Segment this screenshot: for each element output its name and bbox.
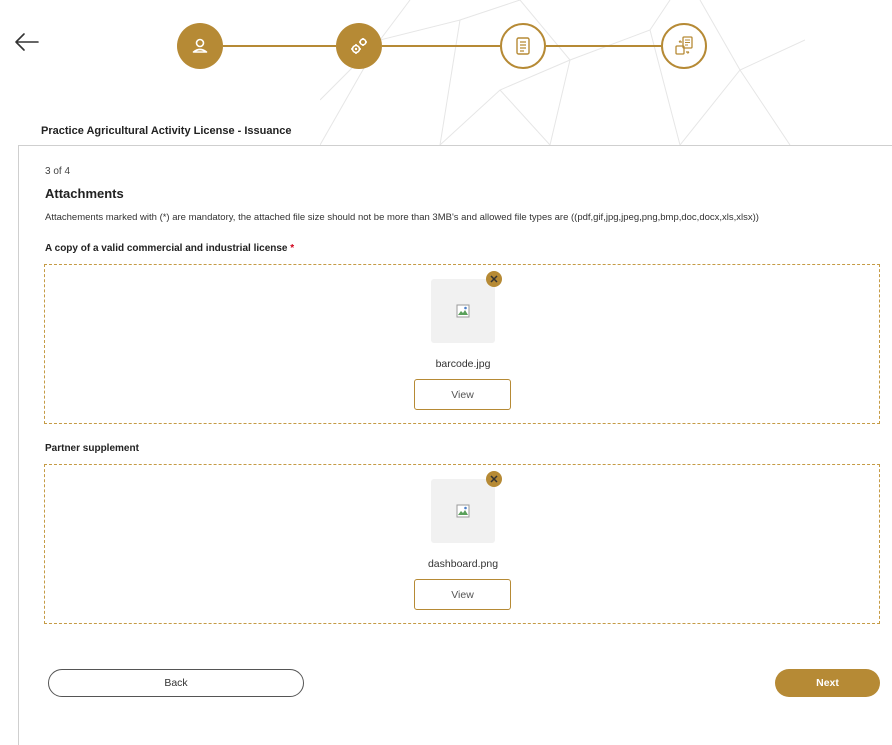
step-1-applicant <box>177 23 223 69</box>
file-thumbnail[interactable] <box>431 279 495 343</box>
step-2-details <box>336 23 382 69</box>
next-button[interactable]: Next <box>775 669 880 697</box>
document-list-icon <box>516 37 530 55</box>
broken-image-icon <box>456 504 470 518</box>
remove-file-button[interactable] <box>486 471 502 487</box>
user-icon <box>192 38 208 53</box>
attachments-note: Attachements marked with (*) are mandato… <box>45 212 759 223</box>
dropzone-partner-supplement[interactable]: dashboard.png View <box>44 464 880 624</box>
attachment-label-text: A copy of a valid commercial and industr… <box>45 243 288 254</box>
dropzone-commercial-license[interactable]: barcode.jpg View <box>44 264 880 424</box>
attachment-label-text: Partner supplement <box>45 443 139 454</box>
view-file-button[interactable]: View <box>414 579 511 610</box>
step-connector <box>223 45 336 47</box>
service-title: Practice Agricultural Activity License -… <box>41 125 292 137</box>
step-connector <box>546 45 661 47</box>
broken-image-icon <box>456 304 470 318</box>
attachment-label-commercial-license: A copy of a valid commercial and industr… <box>45 243 294 254</box>
progress-stepper <box>0 0 892 100</box>
step-connector <box>382 45 500 47</box>
file-name: barcode.jpg <box>435 358 491 370</box>
back-button[interactable]: Back <box>48 669 304 697</box>
file-thumbnail[interactable] <box>431 479 495 543</box>
close-icon <box>490 475 498 483</box>
form-panel <box>18 145 892 745</box>
step-4-review <box>661 23 707 69</box>
view-file-button[interactable]: View <box>414 379 511 410</box>
file-name: dashboard.png <box>427 558 499 570</box>
document-exchange-icon <box>675 36 693 55</box>
close-icon <box>490 275 498 283</box>
attachment-label-partner-supplement: Partner supplement <box>45 443 139 454</box>
gears-icon <box>351 38 367 54</box>
step-count: 3 of 4 <box>45 166 71 177</box>
required-marker: * <box>290 243 295 254</box>
step-3-attachments <box>500 23 546 69</box>
remove-file-button[interactable] <box>486 271 502 287</box>
section-title: Attachments <box>45 186 124 201</box>
